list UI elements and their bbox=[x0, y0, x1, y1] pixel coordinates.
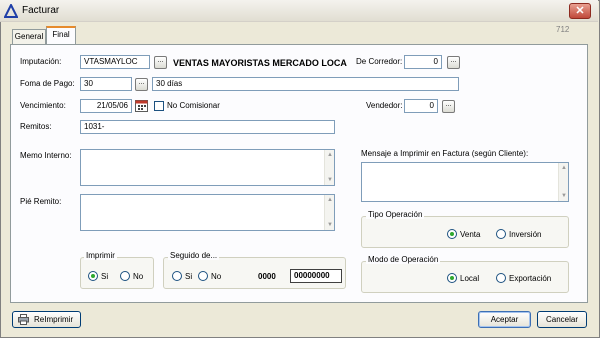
pie-remito-scrollbar[interactable]: ▲ ▼ bbox=[324, 195, 334, 230]
calendar-icon[interactable] bbox=[135, 99, 148, 112]
seguido-si-radio[interactable] bbox=[172, 271, 182, 281]
tipo-inversion-radio[interactable] bbox=[496, 229, 506, 239]
remitos-field[interactable]: 1031- bbox=[80, 120, 335, 134]
seguido-no-radio[interactable] bbox=[198, 271, 208, 281]
vencimiento-field[interactable]: 21/05/06 bbox=[80, 99, 132, 113]
scroll-up-icon[interactable]: ▲ bbox=[560, 164, 568, 172]
memo-interno-textarea[interactable]: ▲ ▼ bbox=[80, 149, 335, 186]
tab-general[interactable]: General bbox=[12, 29, 46, 45]
corredor-field[interactable]: 0 bbox=[404, 55, 442, 69]
modo-local-label: Local bbox=[460, 274, 480, 283]
memo-interno-label: Memo Interno: bbox=[20, 151, 72, 160]
close-button[interactable]: ✕ bbox=[569, 3, 591, 19]
cancelar-button[interactable]: Cancelar bbox=[537, 311, 587, 328]
memo-interno-scrollbar[interactable]: ▲ ▼ bbox=[324, 150, 334, 185]
tipo-inversion-label: Inversión bbox=[509, 230, 542, 239]
seguido-prefix: 0000 bbox=[258, 272, 276, 281]
reimprimir-button[interactable]: ReImprimir bbox=[12, 311, 81, 328]
forma-pago-label: Foma de Pago: bbox=[20, 79, 75, 88]
imprimir-title: Imprimir bbox=[84, 251, 117, 260]
imprimir-si-label: Si bbox=[101, 272, 109, 281]
imputacion-lookup-button[interactable]: ... bbox=[154, 56, 167, 69]
tipo-operacion-title: Tipo Operación bbox=[366, 210, 425, 219]
modo-local-radio[interactable] bbox=[447, 273, 457, 283]
corredor-lookup-button[interactable]: ... bbox=[447, 56, 460, 69]
imprimir-no-radio[interactable] bbox=[120, 271, 130, 281]
modo-exportacion-radio[interactable] bbox=[496, 273, 506, 283]
tipo-venta-label: Venta bbox=[460, 230, 481, 239]
reimprimir-label: ReImprimir bbox=[34, 315, 74, 324]
window-title: Facturar bbox=[22, 5, 60, 16]
form-code: 712 bbox=[556, 25, 570, 34]
vendedor-field[interactable]: 0 bbox=[404, 99, 438, 113]
remitos-label: Remitos: bbox=[20, 122, 52, 131]
printer-icon bbox=[18, 314, 29, 325]
tipo-venta-radio[interactable] bbox=[447, 229, 457, 239]
tab-final[interactable]: Final bbox=[46, 26, 76, 45]
forma-pago-description: 30 días bbox=[152, 77, 459, 91]
pie-remito-textarea[interactable]: ▲ ▼ bbox=[80, 194, 335, 231]
scroll-down-icon[interactable]: ▼ bbox=[560, 192, 568, 200]
forma-pago-field[interactable]: 30 bbox=[80, 77, 132, 91]
mensaje-label: Mensaje a Imprimir en Factura (según Cli… bbox=[361, 149, 529, 158]
no-comisionar-label: No Comisionar bbox=[167, 101, 220, 110]
pie-remito-label: Pié Remito: bbox=[20, 197, 62, 206]
imputacion-name: VENTAS MAYORISTAS MERCADO LOCA bbox=[173, 58, 347, 68]
seguido-si-label: Si bbox=[185, 272, 193, 281]
title-bar bbox=[0, 0, 598, 22]
imprimir-si-radio[interactable] bbox=[88, 271, 98, 281]
mensaje-scrollbar[interactable]: ▲ ▼ bbox=[558, 163, 568, 201]
scroll-up-icon[interactable]: ▲ bbox=[326, 151, 334, 159]
vencimiento-label: Vencimiento: bbox=[20, 101, 66, 110]
scroll-down-icon[interactable]: ▼ bbox=[326, 221, 334, 229]
seguido-no-label: No bbox=[211, 272, 222, 281]
forma-pago-lookup-button[interactable]: ... bbox=[135, 78, 148, 91]
seguido-title: Seguido de... bbox=[168, 251, 220, 260]
corredor-label: De Corredor: bbox=[356, 57, 403, 66]
modo-operacion-title: Modo de Operación bbox=[366, 255, 441, 264]
modo-exportacion-label: Exportación bbox=[509, 274, 552, 283]
app-triangle-icon bbox=[4, 4, 18, 18]
imputacion-field[interactable]: VTASMAYLOC bbox=[80, 55, 150, 69]
close-icon: ✕ bbox=[575, 5, 585, 17]
aceptar-button[interactable]: Aceptar bbox=[478, 311, 531, 328]
imprimir-no-label: No bbox=[133, 272, 144, 281]
vendedor-label: Vendedor: bbox=[366, 101, 403, 110]
scroll-up-icon[interactable]: ▲ bbox=[326, 196, 334, 204]
no-comisionar-checkbox[interactable] bbox=[154, 101, 164, 111]
imputacion-label: Imputación: bbox=[20, 57, 62, 66]
vendedor-lookup-button[interactable]: ... bbox=[442, 100, 455, 113]
scroll-down-icon[interactable]: ▼ bbox=[326, 176, 334, 184]
mensaje-textarea[interactable]: ▲ ▼ bbox=[361, 162, 569, 202]
seguido-number-field[interactable]: 00000000 bbox=[290, 269, 342, 283]
